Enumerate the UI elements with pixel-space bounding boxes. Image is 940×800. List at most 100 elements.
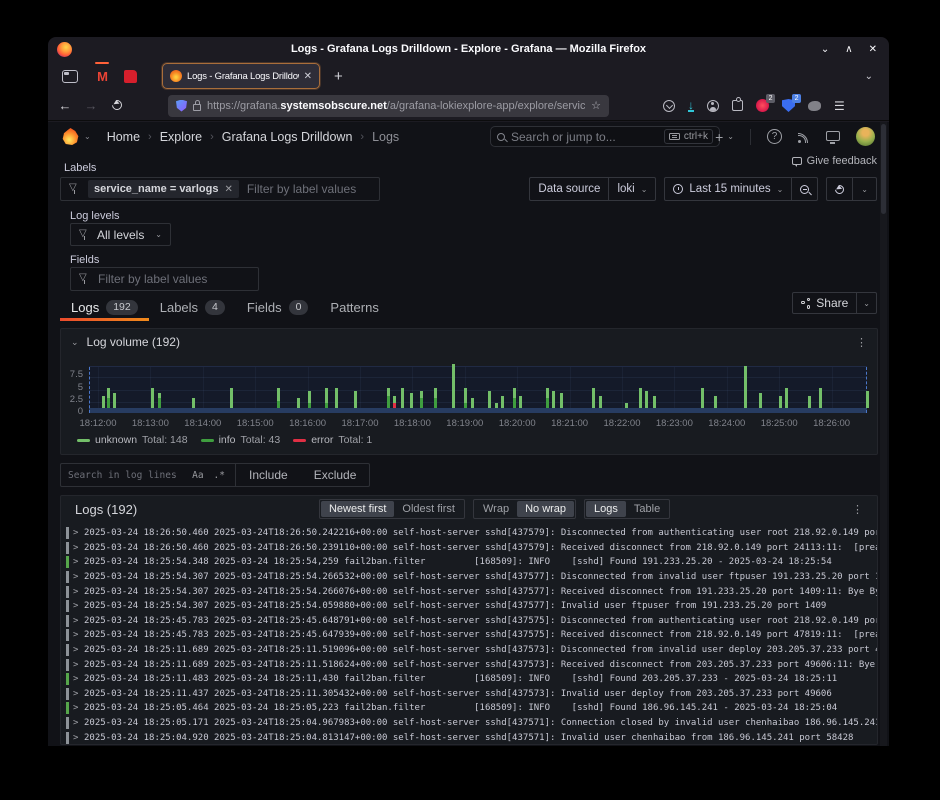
url-bar[interactable]: https://grafana.systemsobscure.net/a/gra…: [168, 95, 609, 117]
legend-item-unknown[interactable]: unknownTotal: 148: [77, 434, 188, 446]
grafana-logo-icon[interactable]: [62, 128, 79, 145]
pinned-tab-red[interactable]: [116, 63, 144, 89]
pinned-tab-gmail[interactable]: M: [88, 63, 116, 89]
toggle-logs[interactable]: Logs: [586, 501, 626, 517]
log-row[interactable]: >2025-03-24 18:25:54.307 2025-03-24T18:2…: [61, 570, 877, 585]
tab-patterns[interactable]: Patterns: [319, 296, 389, 321]
panel-menu-icon[interactable]: ⋮: [856, 336, 867, 349]
log-row[interactable]: >2025-03-24 18:26:50.460 2025-03-24T18:2…: [61, 541, 877, 556]
nav-expand-icon[interactable]: ⌄: [84, 132, 91, 141]
collapse-icon[interactable]: ⌄: [71, 337, 79, 348]
back-button[interactable]: ←: [52, 98, 78, 113]
expand-row-icon[interactable]: >: [73, 557, 84, 567]
monitor-icon[interactable]: [826, 131, 840, 141]
remove-chip-icon[interactable]: ✕: [224, 184, 232, 195]
firefox-view-icon[interactable]: [62, 70, 78, 83]
log-row[interactable]: >2025-03-24 18:25:05.171 2025-03-24T18:2…: [61, 716, 877, 731]
log-row[interactable]: >2025-03-24 18:25:11.437 2025-03-24T18:2…: [61, 687, 877, 702]
log-levels-dropdown[interactable]: All levels ⌄: [70, 223, 171, 246]
toggle-no-wrap[interactable]: No wrap: [517, 501, 574, 517]
user-avatar[interactable]: [856, 127, 875, 146]
log-row[interactable]: >2025-03-24 18:25:11.689 2025-03-24T18:2…: [61, 643, 877, 658]
extensions-icon[interactable]: [732, 100, 743, 111]
lock-icon[interactable]: [193, 104, 201, 111]
label-filter-chip[interactable]: service_name = varlogs✕: [88, 180, 239, 198]
toggle-oldest-first[interactable]: Oldest first: [394, 501, 463, 517]
expand-row-icon[interactable]: >: [73, 528, 84, 538]
account-icon[interactable]: [707, 100, 719, 112]
toggle-newest-first[interactable]: Newest first: [321, 501, 394, 517]
search-box[interactable]: Search or jump to... ctrl+k: [490, 126, 720, 147]
give-feedback-button[interactable]: Give feedback: [792, 155, 877, 167]
time-picker[interactable]: Last 15 minutes⌄: [664, 177, 818, 201]
log-row[interactable]: >2025-03-24 18:25:11.689 2025-03-24T18:2…: [61, 657, 877, 672]
tab-close-icon[interactable]: ✕: [304, 71, 312, 82]
extension-gray-icon[interactable]: [808, 101, 821, 111]
reload-button[interactable]: [104, 98, 130, 113]
fields-filter-input[interactable]: Filter by label values: [70, 267, 259, 291]
breadcrumb-item[interactable]: Explore: [160, 130, 202, 144]
expand-row-icon[interactable]: >: [73, 543, 84, 553]
breadcrumb-item[interactable]: Home: [107, 130, 140, 144]
log-volume-chart[interactable]: [89, 366, 867, 413]
add-button[interactable]: +⌄: [715, 129, 734, 145]
expand-row-icon[interactable]: >: [73, 674, 84, 684]
label-filter-input[interactable]: service_name = varlogs✕ Filter by label …: [60, 177, 380, 201]
expand-row-icon[interactable]: >: [73, 601, 84, 611]
help-icon[interactable]: ?: [767, 129, 782, 144]
toggle-wrap[interactable]: Wrap: [475, 501, 517, 517]
exclude-button[interactable]: Exclude: [301, 464, 370, 486]
log-row[interactable]: >2025-03-24 18:25:54.307 2025-03-24T18:2…: [61, 584, 877, 599]
share-button[interactable]: Share ⌄: [792, 292, 877, 314]
expand-row-icon[interactable]: >: [73, 660, 84, 670]
expand-row-icon[interactable]: >: [73, 630, 84, 640]
expand-row-icon[interactable]: >: [73, 718, 84, 728]
logs-menu-icon[interactable]: ⋮: [852, 503, 863, 516]
minimize-button[interactable]: ⌄: [821, 44, 829, 55]
log-row[interactable]: >2025-03-24 18:25:54.307 2025-03-24T18:2…: [61, 599, 877, 614]
toggle-table[interactable]: Table: [626, 501, 668, 517]
tab-labels[interactable]: Labels4: [149, 296, 236, 321]
expand-row-icon[interactable]: >: [73, 572, 84, 582]
new-tab-button[interactable]: +: [334, 68, 343, 85]
log-row[interactable]: >2025-03-24 18:26:50.460 2025-03-24T18:2…: [61, 526, 877, 541]
extension-red-icon[interactable]: 2: [756, 99, 769, 112]
tab-logs[interactable]: Logs192: [60, 296, 149, 321]
log-line-search-input[interactable]: Search in log lines Aa .*: [60, 463, 236, 487]
refresh-icon[interactable]: [827, 178, 852, 200]
close-button[interactable]: ✕: [869, 44, 877, 55]
expand-row-icon[interactable]: >: [73, 645, 84, 655]
expand-row-icon[interactable]: >: [73, 703, 84, 713]
share-dropdown-icon[interactable]: ⌄: [856, 293, 876, 313]
expand-row-icon[interactable]: >: [73, 587, 84, 597]
breadcrumb-item[interactable]: Grafana Logs Drilldown: [222, 130, 353, 144]
tab-fields[interactable]: Fields0: [236, 296, 320, 321]
active-tab[interactable]: Logs - Grafana Logs Drilldow ✕: [162, 63, 320, 89]
menu-button[interactable]: ☰: [834, 99, 845, 113]
news-icon[interactable]: [798, 131, 810, 143]
refresh-interval-dropdown[interactable]: ⌄: [852, 178, 876, 200]
forward-button[interactable]: →: [78, 98, 104, 113]
zoom-out-button[interactable]: [791, 178, 817, 200]
breadcrumb-item[interactable]: Logs: [372, 130, 399, 144]
match-case-button[interactable]: Aa: [189, 470, 206, 481]
refresh-picker[interactable]: ⌄: [826, 177, 877, 201]
include-button[interactable]: Include: [236, 464, 301, 486]
legend-item-error[interactable]: errorTotal: 1: [293, 434, 372, 446]
maximize-button[interactable]: ∧: [845, 44, 852, 55]
downloads-icon[interactable]: ↓: [688, 100, 694, 112]
log-row[interactable]: >2025-03-24 18:25:45.783 2025-03-24T18:2…: [61, 628, 877, 643]
expand-row-icon[interactable]: >: [73, 689, 84, 699]
legend-item-info[interactable]: infoTotal: 43: [201, 434, 281, 446]
expand-row-icon[interactable]: >: [73, 733, 84, 743]
expand-row-icon[interactable]: >: [73, 616, 84, 626]
regex-button[interactable]: .*: [211, 470, 228, 481]
log-row[interactable]: >2025-03-24 18:25:54.348 2025-03-24 18:2…: [61, 555, 877, 570]
pocket-icon[interactable]: [663, 100, 675, 112]
bookmark-star-icon[interactable]: ☆: [591, 99, 601, 112]
scrollbar[interactable]: [880, 122, 887, 746]
tracking-protection-icon[interactable]: [176, 100, 187, 112]
log-row[interactable]: >2025-03-24 18:25:11.483 2025-03-24 18:2…: [61, 672, 877, 687]
log-row[interactable]: >2025-03-24 18:25:05.464 2025-03-24 18:2…: [61, 701, 877, 716]
datasource-picker[interactable]: Data source loki⌄: [529, 177, 656, 201]
